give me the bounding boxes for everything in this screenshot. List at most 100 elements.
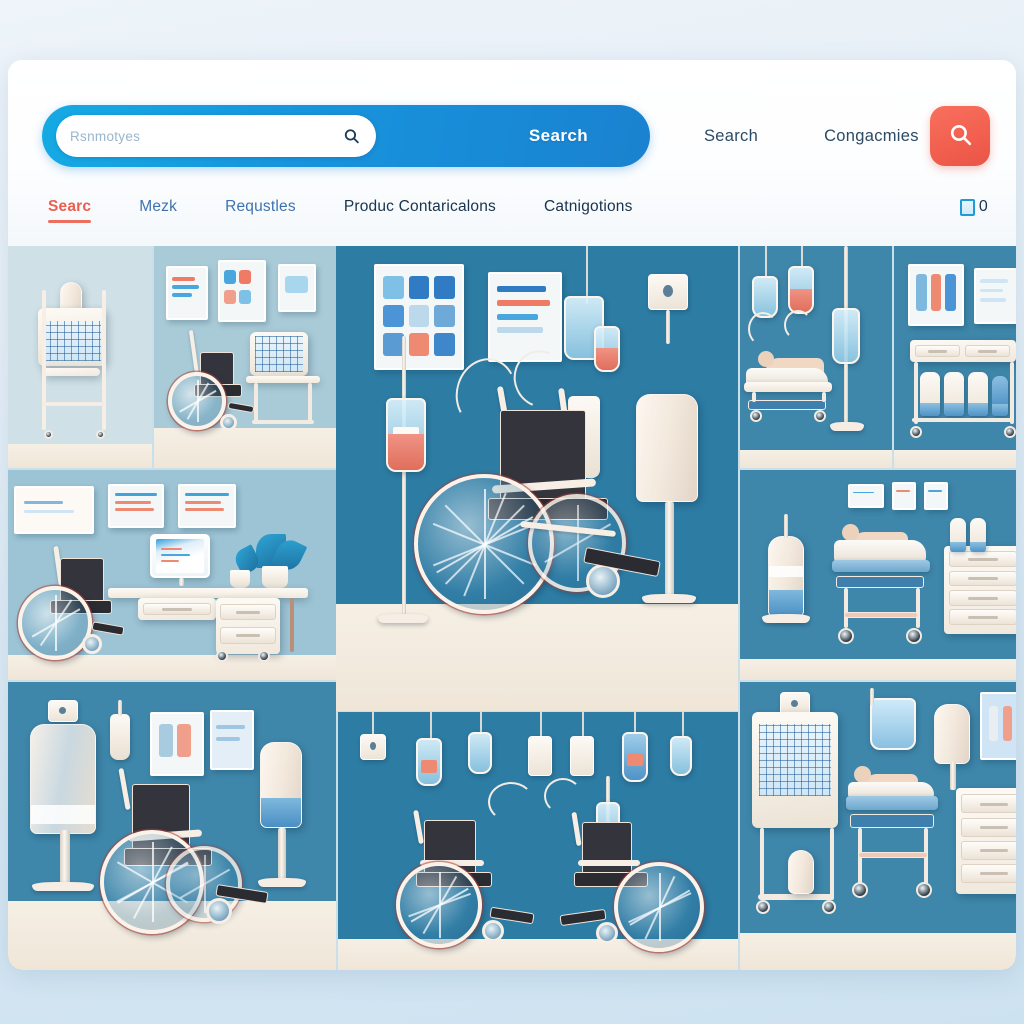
wall-poster [848,484,884,508]
header-link-companies[interactable]: Congacmies [824,127,919,146]
header-links: Search Congacmies [704,127,919,146]
screen [156,539,204,573]
oxygen-bottle [968,372,988,416]
wheelchair [14,545,144,660]
tab-requstles[interactable]: Requstles [225,198,296,223]
cart-count: 0 [978,198,988,215]
gallery-tile-monitor-bed-cabinet[interactable] [740,682,1016,970]
patient-monitor [752,712,838,828]
tile-floor [894,450,1016,468]
drawer-cabinet [956,788,1016,894]
cart-icon [959,198,975,216]
cabinet-caster [946,634,960,648]
header: Search Search Congacmies Searc Mezk Requ… [8,60,1016,246]
gallery-tile-medical-supply-cart[interactable] [8,246,152,468]
supply-bottle [950,518,966,552]
gallery-tile-featured-wheelchair[interactable] [336,246,738,711]
wall-device [528,736,552,776]
plant-pot [230,570,250,588]
wall-poster [924,482,948,510]
wall-poster [150,712,204,776]
wheelchair [552,811,712,952]
oxygen-bottle [992,376,1008,416]
gallery-tile-clinic-office-wheelchair[interactable] [154,246,336,468]
hanging-cord [430,712,432,740]
gallery-tile-oxygen-wheelchair-room[interactable] [8,682,336,970]
gallery-tile-patient-bed-cabinet[interactable] [740,470,1016,680]
wall-outlet [48,700,78,722]
iv-bag [670,736,692,776]
cabinet-caster [958,892,972,906]
hanging-cord [540,712,542,738]
gallery-grid [8,246,1016,970]
desk-drawers [138,598,216,620]
tile-floor [740,659,1016,680]
tile-floor [740,932,1016,970]
cabinet-caster [1012,892,1016,906]
cylinder-base [762,614,810,623]
oxygen-cylinder [768,536,804,618]
desk-drawers [216,598,280,654]
tab-mezk[interactable]: Mezk [139,198,177,223]
hanging-cord [480,712,482,734]
iv-pole-base [830,422,864,431]
wall-device [360,734,386,760]
wall-poster [908,264,964,326]
oxygen-canister [934,704,970,764]
drawer-cabinet [944,546,1016,634]
wheelchair [394,809,554,950]
iv-bag [468,732,492,774]
wheelchair [400,385,680,618]
wall-poster [210,710,254,770]
wheelchair [162,329,262,448]
wall-device [570,736,594,776]
cylinder-neck [784,514,788,538]
search-input[interactable] [56,128,336,144]
equipment-monitor [250,332,308,376]
wall-poster [374,264,464,370]
monitor-stand [179,578,184,586]
canister-stem [950,762,956,790]
plant-pot [262,566,288,588]
tubing [748,312,778,346]
app-card: Search Search Congacmies Searc Mezk Requ… [8,60,1016,970]
wall-cabinet [980,692,1016,760]
cylinder-stem [60,830,70,888]
search-icon-button[interactable] [930,106,990,166]
header-link-search[interactable]: Search [704,127,758,146]
tab-catnigotions[interactable]: Catnigotions [544,198,633,223]
search-input-wrap[interactable] [56,115,376,157]
search-row: Search Search Congacmies [42,105,990,167]
tab-searc[interactable]: Searc [48,198,92,223]
iv-bag [832,308,860,364]
wheelchair [96,767,286,936]
cabinet-caster [1002,634,1016,648]
iv-bag [594,326,620,372]
search-icon [948,122,973,150]
cart-top [910,340,1016,362]
dispenser-stem [118,700,122,716]
search-icon [343,128,360,145]
iv-bag [870,698,916,750]
oxygen-cylinder [30,724,96,834]
oxygen-bottle [920,372,940,416]
gallery-tile-office-desk-wheelchair[interactable] [8,470,336,680]
monitor-screen [758,723,832,796]
supply-basket [38,308,106,366]
wall-poster [488,272,562,362]
tile-floor [8,443,152,468]
screen [254,336,304,372]
tab-product-contaricalons[interactable]: Produc Contaricalons [344,198,496,223]
gallery-tile-supply-cart-bottles[interactable] [894,246,1016,468]
hanging-cord [682,712,684,738]
search-submit-label[interactable]: Search [529,126,588,146]
hanging-cord [634,712,636,734]
iv-bag [788,266,814,314]
gallery-tile-hospital-bed-iv[interactable] [740,246,892,468]
hanging-cord [582,712,584,738]
wall-poster [278,264,316,312]
cart-area[interactable]: 0 [959,198,988,222]
iv-pole [870,688,874,706]
cylinder-base [32,882,94,891]
gallery-tile-two-wheelchairs-iv[interactable] [338,712,738,970]
